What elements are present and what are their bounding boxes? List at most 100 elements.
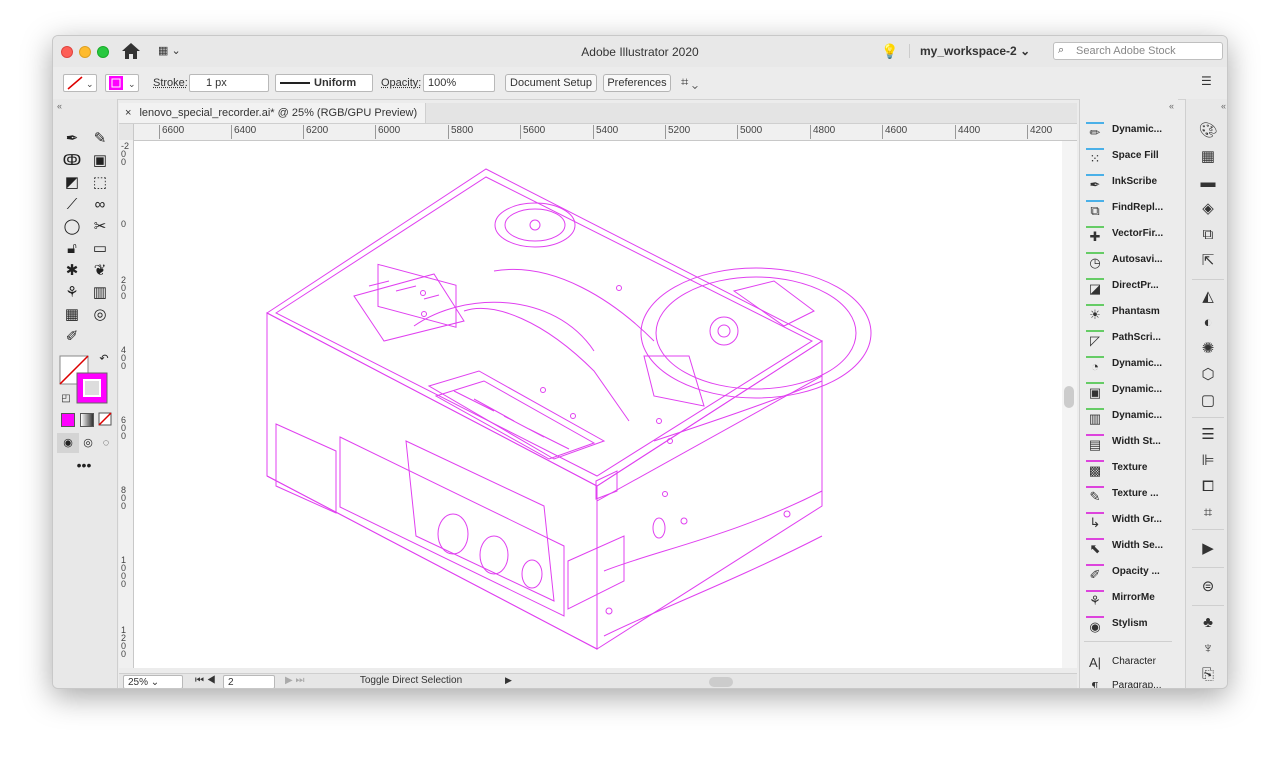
plugin-item[interactable]: ✒ InkScribe bbox=[1084, 171, 1178, 195]
curvature-icon[interactable]: ✎ bbox=[89, 129, 111, 149]
draw-inside-icon[interactable]: ◌ bbox=[95, 433, 117, 453]
plugin-item[interactable]: ⚘ MirrorMe bbox=[1084, 587, 1178, 611]
search-adobe-stock-input[interactable]: ⌕ Search Adobe Stock bbox=[1053, 42, 1223, 60]
fill-color-picker[interactable]: ⌄ bbox=[105, 74, 139, 92]
eyedropper-icon[interactable]: ✐ bbox=[61, 327, 83, 347]
plugin-item[interactable]: ▩ Texture bbox=[1084, 457, 1178, 481]
plugin-item[interactable]: ◪ DirectPr... bbox=[1084, 275, 1178, 299]
draw-normal-icon[interactable]: ◉ bbox=[57, 433, 79, 453]
swatches-icon[interactable]: ▦ bbox=[1198, 147, 1218, 167]
plugin-item[interactable]: ⁙ Space Fill bbox=[1084, 145, 1178, 169]
document-setup-button[interactable]: Document Setup bbox=[505, 74, 597, 92]
plugin-item[interactable]: ◸ PathScri... bbox=[1084, 327, 1178, 351]
shape-builder-icon[interactable]: ◩ bbox=[61, 173, 83, 193]
next-artboard-icon[interactable]: ▶ ⏭ bbox=[285, 675, 304, 686]
artboard-number-field[interactable]: 2 bbox=[223, 675, 275, 688]
brushes-icon[interactable]: ♣ bbox=[1198, 613, 1218, 633]
butterfly-icon[interactable]: ⚘ bbox=[61, 283, 83, 303]
horizontal-ruler[interactable]: 6600 6400 6200 6000 5800 5600 5400 5200 … bbox=[133, 124, 1077, 141]
free-transform-icon[interactable]: ⬚ bbox=[89, 173, 111, 193]
artboard-icon[interactable]: ▭ bbox=[89, 239, 111, 259]
transparency-icon[interactable]: ◭ bbox=[1198, 287, 1218, 307]
swap-colors-icon[interactable]: ↶ bbox=[93, 349, 115, 369]
first-artboard-icon[interactable]: ⏮ ◀ bbox=[195, 675, 216, 686]
stroke-label[interactable]: Stroke: bbox=[153, 74, 188, 92]
plugin-item[interactable]: ↳ Width Gr... bbox=[1084, 509, 1178, 533]
pathfinder-icon[interactable]: ⧠ bbox=[1198, 477, 1218, 497]
arrange-icon[interactable]: ⌗ ⌄ bbox=[681, 74, 698, 92]
opacity-field[interactable]: 100% bbox=[423, 74, 495, 92]
stroke-color-picker[interactable]: ⌄ bbox=[63, 74, 97, 92]
plugin-item[interactable]: ☀ Phantasm bbox=[1084, 301, 1178, 325]
warp-icon[interactable]: ❦ bbox=[89, 261, 111, 281]
zoom-dropdown[interactable]: 25% ⌄ bbox=[123, 675, 183, 688]
collapse-panel-icon[interactable]: « bbox=[1169, 101, 1174, 111]
pen-icon[interactable]: ✒ bbox=[61, 129, 83, 149]
collapse-tools-icon[interactable]: « bbox=[57, 101, 62, 111]
puppet-warp-icon[interactable]: ✱ bbox=[61, 261, 83, 281]
spiral-icon[interactable]: ◎ bbox=[89, 305, 111, 325]
scissors-icon[interactable]: ✂ bbox=[89, 217, 111, 237]
image-trace-icon[interactable]: ▣ bbox=[89, 151, 111, 171]
plugin-item[interactable]: ✚ VectorFir... bbox=[1084, 223, 1178, 247]
ruler-origin[interactable] bbox=[119, 124, 133, 140]
collapse-dock-icon[interactable]: « bbox=[1221, 101, 1226, 111]
libraries-icon[interactable]: ▢ bbox=[1198, 391, 1218, 411]
transform-icon[interactable]: ⌗ bbox=[1198, 503, 1218, 523]
stroke-weight-field[interactable]: 1 px bbox=[189, 74, 269, 92]
color-icon[interactable]: 🎨︎ bbox=[1198, 121, 1218, 141]
workspace-switcher[interactable]: my_workspace-2 ⌄ bbox=[909, 44, 1030, 58]
minimize-window-button[interactable] bbox=[79, 46, 91, 58]
color-mode-icon[interactable] bbox=[61, 413, 75, 427]
plugin-item[interactable]: ✐ Opacity ... bbox=[1084, 561, 1178, 585]
brush-profile-dropdown[interactable]: Uniform bbox=[275, 74, 373, 92]
none-mode-icon[interactable] bbox=[98, 412, 112, 426]
ellipse-icon[interactable]: ◯ bbox=[61, 217, 83, 237]
plugin-item[interactable]: ◔ Dynamic... bbox=[1084, 353, 1178, 377]
panel-menu-icon[interactable]: ☰ bbox=[1201, 74, 1212, 92]
ruler-icon[interactable]: ▥ bbox=[89, 283, 111, 303]
arrange-documents-icon[interactable]: ▦ ⌄ bbox=[158, 44, 181, 57]
close-tab-icon[interactable]: × bbox=[125, 107, 131, 119]
horizontal-scrollbar[interactable] bbox=[589, 676, 1069, 688]
symbols-icon[interactable]: ⬡ bbox=[1198, 365, 1218, 385]
gradient-icon[interactable]: ▬ bbox=[1198, 173, 1218, 193]
plugin-item[interactable]: ¶ Paragrap... bbox=[1084, 675, 1178, 688]
layers-icon[interactable]: ◈ bbox=[1198, 199, 1218, 219]
artboard-canvas[interactable] bbox=[134, 141, 1077, 668]
gradient-mode-icon[interactable] bbox=[80, 413, 94, 427]
export-icon[interactable]: ⇱ bbox=[1198, 251, 1218, 271]
plugin-item[interactable]: ✏ Dynamic... bbox=[1084, 119, 1178, 143]
plugin-item[interactable]: ◷ Autosavi... bbox=[1084, 249, 1178, 273]
actions-icon[interactable]: ▶ bbox=[1198, 539, 1218, 559]
plugin-item[interactable]: ▣ Dynamic... bbox=[1084, 379, 1178, 403]
zoom-window-button[interactable] bbox=[97, 46, 109, 58]
align-icon[interactable]: ⊫ bbox=[1198, 451, 1218, 471]
appearance-icon[interactable]: ◐ bbox=[1198, 313, 1218, 333]
preferences-button[interactable]: Preferences bbox=[603, 74, 671, 92]
plugin-item[interactable]: ✎ Texture ... bbox=[1084, 483, 1178, 507]
plugin-item[interactable]: ▤ Width St... bbox=[1084, 431, 1178, 455]
graphic-styles-icon[interactable]: ✺ bbox=[1198, 339, 1218, 359]
stroke-panel-icon[interactable]: ☰ bbox=[1198, 425, 1218, 445]
vertical-scroll-thumb[interactable] bbox=[1064, 386, 1074, 408]
vertical-ruler[interactable]: -200 0 200 400 600 800 1000 1200 bbox=[119, 124, 134, 668]
blend-icon[interactable]: ∞ bbox=[89, 195, 111, 215]
plugin-item[interactable]: ⬉ Width Se... bbox=[1084, 535, 1178, 559]
more-tools-icon[interactable]: ••• bbox=[73, 455, 95, 475]
home-icon[interactable] bbox=[121, 42, 141, 60]
document-tab[interactable]: × lenovo_special_recorder.ai* @ 25% (RGB/… bbox=[119, 103, 427, 123]
recorder-artwork[interactable] bbox=[134, 141, 1077, 668]
asset-export-icon[interactable]: ⎘ bbox=[1198, 665, 1218, 685]
lock-icon[interactable]: 🔓︎ bbox=[61, 239, 83, 259]
plugin-item[interactable]: ⧉ FindRepl... bbox=[1084, 197, 1178, 221]
close-window-button[interactable] bbox=[61, 46, 73, 58]
puppet-icon[interactable]: ♆ bbox=[1198, 639, 1218, 659]
plugin-item[interactable]: A| Character bbox=[1084, 651, 1178, 675]
horizontal-scroll-thumb[interactable] bbox=[709, 677, 733, 687]
vertical-scrollbar[interactable] bbox=[1062, 141, 1077, 668]
default-colors-icon[interactable]: ◰ bbox=[55, 389, 77, 409]
links-icon[interactable]: ⊜ bbox=[1198, 577, 1218, 597]
status-menu-icon[interactable]: ▶ bbox=[505, 675, 512, 686]
artboards-icon[interactable]: ⧉ bbox=[1198, 225, 1218, 245]
